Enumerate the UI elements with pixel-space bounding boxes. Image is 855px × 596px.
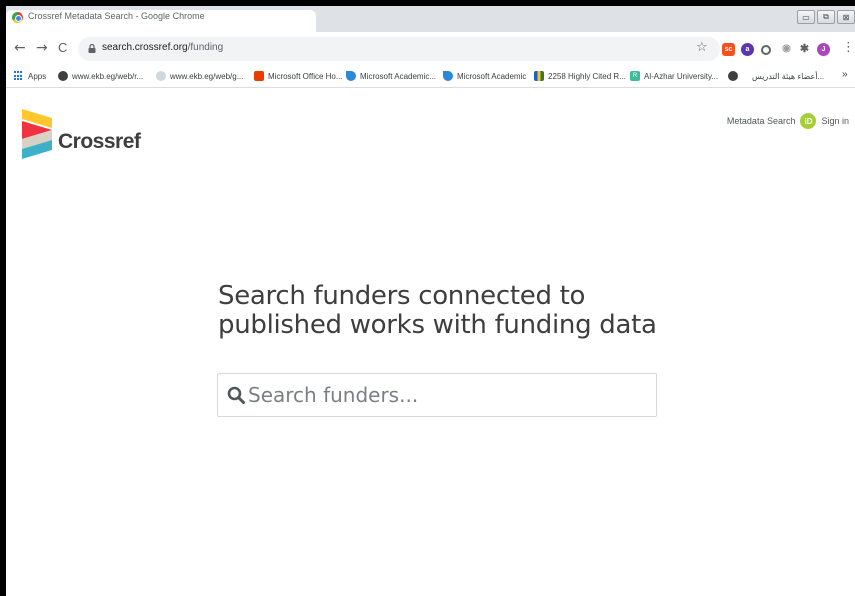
globe-icon (728, 71, 738, 81)
bookmarks-bar: Apps www.ekb.eg/web/r... www.ekb.eg/web/… (6, 66, 855, 88)
tab-title: Crossref Metadata Search - Google Chrome (28, 11, 205, 21)
headline-line-2: published works with funding data (218, 310, 657, 340)
academic-icon (443, 71, 453, 81)
bookmark-label: Microsoft Office Ho... (268, 71, 343, 81)
reload-button[interactable]: C (58, 40, 67, 56)
url-host: search.crossref.org (102, 42, 188, 53)
globe-icon (58, 71, 68, 81)
bookmark-label: Al-Azhar University... (644, 71, 719, 81)
bookmark-star-icon[interactable]: ☆ (696, 41, 708, 55)
extensions-puzzle-icon[interactable]: ✱ (798, 43, 811, 56)
back-button[interactable]: ← (14, 40, 26, 56)
extension-circle-icon[interactable] (761, 45, 771, 55)
profile-avatar[interactable]: J (817, 43, 830, 56)
headline-line-1: Search funders connected to (218, 281, 586, 311)
extension-target-icon[interactable]: ◉ (780, 43, 793, 56)
metadata-search-link[interactable]: Metadata Search (727, 116, 796, 126)
bookmark-ekb-g[interactable]: www.ekb.eg/web/g... (156, 71, 243, 81)
bookmark-arabic[interactable]: أعضاء هيئة التدريس... (728, 71, 824, 81)
browser-toolbar: ← → C search.crossref.org/funding ☆ sc a… (6, 32, 855, 66)
sign-in-link[interactable]: Sign in (821, 116, 849, 126)
globe-icon (156, 71, 166, 81)
top-nav: Metadata Search iD Sign in (727, 113, 849, 129)
extension-orange-icon[interactable]: sc (722, 43, 735, 56)
menu-icon[interactable]: ⋮ (842, 40, 855, 56)
bookmark-ekb-r[interactable]: www.ekb.eg/web/r... (58, 71, 143, 81)
lock-icon (88, 44, 96, 53)
minimize-button[interactable]: ▭ (797, 10, 815, 24)
extension-purple-icon[interactable]: a (741, 43, 754, 56)
apps-grid-icon (14, 71, 24, 81)
crossref-logo-icon (22, 109, 52, 159)
bookmark-academic-1[interactable]: Microsoft Academic... (346, 71, 436, 81)
browser-window: Crossref Metadata Search - Google Chrome… (6, 6, 855, 596)
bookmark-label: 2258 Highly Cited R... (548, 71, 626, 81)
bookmark-al-azhar[interactable]: R Al-Azhar University... (630, 71, 718, 81)
bookmark-label: www.ekb.eg/web/g... (170, 71, 244, 81)
close-button[interactable]: ⊠ (837, 10, 855, 24)
bookmark-office[interactable]: Microsoft Office Ho... (254, 71, 343, 81)
office-icon (254, 71, 264, 81)
bookmark-label: Microsoft Academic (457, 71, 527, 81)
bookmark-academic-2[interactable]: Microsoft Academic (443, 71, 526, 81)
orcid-icon[interactable]: iD (800, 113, 817, 129)
bookmark-highly-cited[interactable]: 2258 Highly Cited R... (534, 71, 626, 81)
chrome-favicon-icon (12, 12, 23, 23)
bookmark-label: أعضاء هيئة التدريس... (752, 71, 825, 81)
bookmark-label: Apps (28, 71, 47, 81)
title-bar: Crossref Metadata Search - Google Chrome… (6, 6, 855, 32)
page-headline: Search funders connected to published wo… (218, 282, 657, 340)
bookmark-label: Microsoft Academic... (360, 71, 437, 81)
window-controls: ▭ ⧉ ⊠ (797, 10, 855, 24)
funder-search-input[interactable] (248, 376, 648, 414)
url-text: search.crossref.org/funding (102, 42, 223, 53)
page-content: Crossref Metadata Search iD Sign in Sear… (6, 89, 855, 596)
funder-search-box[interactable] (217, 373, 657, 417)
browser-tab[interactable]: Crossref Metadata Search - Google Chrome (6, 10, 316, 32)
restore-button[interactable]: ⧉ (817, 10, 835, 24)
bookmark-label: www.ekb.eg/web/r... (72, 71, 144, 81)
academic-icon (346, 71, 356, 81)
rg-icon: R (630, 71, 640, 81)
address-bar[interactable]: search.crossref.org/funding (78, 37, 720, 61)
bookmark-apps[interactable]: Apps (14, 71, 46, 81)
logo-text: Crossref (58, 130, 141, 153)
bar-chart-icon (534, 71, 544, 81)
url-path: /funding (187, 42, 224, 53)
bookmarks-overflow-button[interactable]: » (842, 69, 848, 80)
forward-button[interactable]: → (36, 40, 48, 56)
search-icon (227, 386, 245, 404)
overflow-chevron-icon: » (842, 69, 848, 80)
